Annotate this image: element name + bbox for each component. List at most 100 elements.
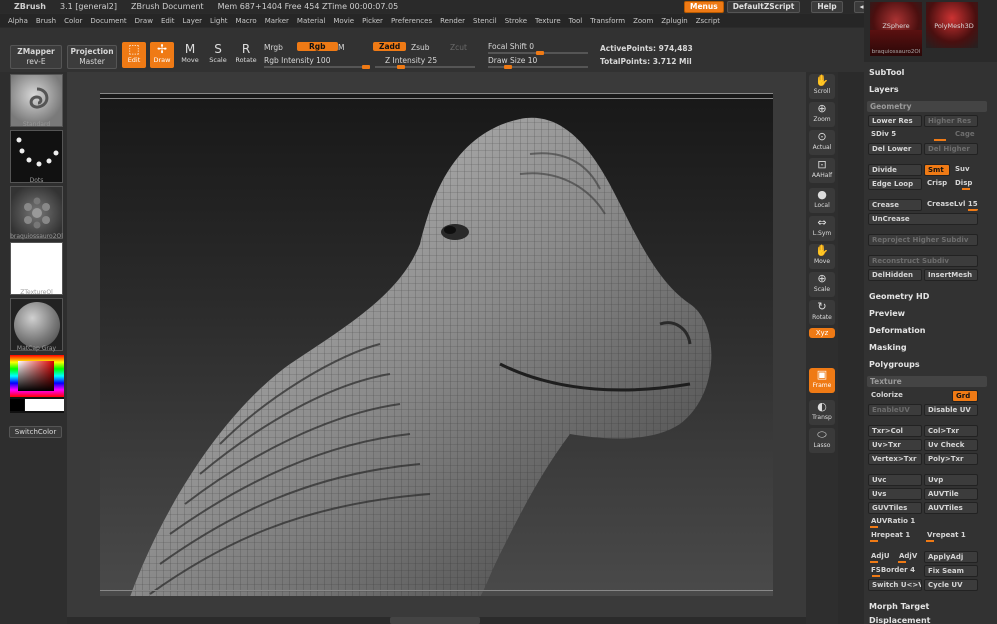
- disp-knob[interactable]: [962, 188, 970, 190]
- menu-stroke[interactable]: Stroke: [505, 17, 527, 25]
- stroke-thumbnail[interactable]: [10, 130, 63, 183]
- menu-zplugin[interactable]: Zplugin: [661, 17, 687, 25]
- menu-layer[interactable]: Layer: [183, 17, 203, 25]
- crisp-toggle[interactable]: Crisp: [924, 178, 950, 190]
- secondary-color-swatch[interactable]: [10, 399, 24, 411]
- disable-uv-button[interactable]: Disable UV: [924, 404, 978, 416]
- menu-document[interactable]: Document: [90, 17, 126, 25]
- del-higher-button[interactable]: Del Higher: [924, 143, 978, 155]
- z-intensity-knob[interactable]: [397, 65, 405, 69]
- menu-picker[interactable]: Picker: [362, 17, 383, 25]
- xyz-toggle[interactable]: Xyz: [809, 328, 835, 338]
- rgb-intensity-track[interactable]: [264, 65, 370, 69]
- col-to-txr-button[interactable]: Col>Txr: [924, 425, 978, 437]
- hrepeat-knob[interactable]: [870, 540, 878, 542]
- geometry-header[interactable]: Geometry: [867, 101, 987, 112]
- menu-transform[interactable]: Transform: [590, 17, 625, 25]
- focal-shift-track[interactable]: [488, 51, 588, 55]
- uv-check-button[interactable]: Uv Check: [924, 439, 978, 451]
- alpha-thumbnail[interactable]: [10, 186, 63, 239]
- draw-size-slider[interactable]: Draw Size 10: [488, 56, 537, 65]
- scale-nav-button[interactable]: ⊕ Scale: [809, 272, 835, 297]
- vrepeat-slider[interactable]: Vrepeat 1: [924, 530, 978, 542]
- fsborder-slider[interactable]: FSBorder 4: [868, 565, 922, 577]
- menu-preferences[interactable]: Preferences: [391, 17, 432, 25]
- divide-button[interactable]: Divide: [868, 164, 922, 176]
- switch-color-button[interactable]: SwitchColor: [9, 426, 62, 438]
- menus-button[interactable]: Menus: [684, 1, 724, 13]
- adju-knob[interactable]: [870, 561, 878, 563]
- zoom-nav-button[interactable]: ⊕ Zoom: [809, 102, 835, 127]
- colorize-toggle[interactable]: Colorize: [868, 390, 922, 402]
- canvas-scroll-handle[interactable]: [390, 617, 480, 624]
- crease-level-slider[interactable]: CreaseLvl 15: [924, 199, 978, 211]
- adju-slider[interactable]: AdjU: [868, 551, 894, 563]
- deformation-section[interactable]: Deformation: [869, 326, 925, 335]
- aahalf-nav-button[interactable]: ⊡ AAHalf: [809, 158, 835, 183]
- reproject-button[interactable]: Reproject Higher Subdiv: [868, 234, 978, 246]
- z-intensity-track[interactable]: [375, 65, 475, 69]
- hrepeat-slider[interactable]: Hrepeat 1: [868, 530, 922, 542]
- focal-shift-knob[interactable]: [536, 51, 544, 55]
- higher-res-button[interactable]: Higher Res: [924, 115, 978, 127]
- lasso-nav-button[interactable]: ⬭ Lasso: [809, 428, 835, 453]
- move-nav-button[interactable]: ✋ Move: [809, 244, 835, 269]
- frame-nav-button[interactable]: ▣ Frame: [809, 368, 835, 393]
- saturation-square[interactable]: [18, 361, 54, 391]
- menu-texture[interactable]: Texture: [535, 17, 561, 25]
- grd-toggle[interactable]: Grd: [952, 390, 978, 402]
- auvratio-knob[interactable]: [870, 526, 878, 528]
- menu-alpha[interactable]: Alpha: [8, 17, 28, 25]
- focal-shift-slider[interactable]: Focal Shift 0: [488, 42, 534, 51]
- uv-to-txr-button[interactable]: Uv>Txr: [868, 439, 922, 451]
- fix-seam-button[interactable]: Fix Seam: [924, 565, 978, 577]
- txr-to-col-button[interactable]: Txr>Col: [868, 425, 922, 437]
- rgb-intensity-slider[interactable]: Rgb Intensity 100: [264, 56, 330, 65]
- projection-master-button[interactable]: Projection Master: [67, 45, 117, 69]
- insert-mesh-button[interactable]: InsertMesh: [924, 269, 978, 281]
- primary-color-swatch[interactable]: [25, 399, 64, 411]
- z-intensity-slider[interactable]: Z Intensity 25: [385, 56, 437, 65]
- local-nav-button[interactable]: ● Local: [809, 188, 835, 213]
- rotate-button[interactable]: R Rotate: [234, 42, 258, 68]
- uvp-button[interactable]: Uvp: [924, 474, 978, 486]
- actual-nav-button[interactable]: ⊙ Actual: [809, 130, 835, 155]
- menu-marker[interactable]: Marker: [265, 17, 289, 25]
- del-hidden-button[interactable]: DelHidden: [868, 269, 922, 281]
- preview-section[interactable]: Preview: [869, 309, 905, 318]
- del-lower-button[interactable]: Del Lower: [868, 143, 922, 155]
- mrgb-button[interactable]: Mrgb: [264, 43, 283, 52]
- default-zscript-button[interactable]: DefaultZScript: [726, 1, 801, 13]
- texture-thumbnail[interactable]: [10, 242, 63, 295]
- sdiv-slider[interactable]: SDiv 5: [868, 129, 952, 141]
- menu-color[interactable]: Color: [64, 17, 82, 25]
- rgb-button[interactable]: Rgb: [297, 42, 338, 51]
- edit-button[interactable]: ⬚ Edit: [122, 42, 146, 68]
- cycle-uv-button[interactable]: Cycle UV: [924, 579, 978, 591]
- geometry-hd-section[interactable]: Geometry HD: [869, 292, 929, 301]
- uncrease-button[interactable]: UnCrease: [868, 213, 978, 225]
- polygroups-section[interactable]: Polygroups: [869, 360, 920, 369]
- displacement-section[interactable]: Displacement: [869, 616, 930, 624]
- reconstruct-subdiv-button[interactable]: Reconstruct Subdiv: [868, 255, 978, 267]
- masking-section[interactable]: Masking: [869, 343, 907, 352]
- menu-stencil[interactable]: Stencil: [473, 17, 497, 25]
- menu-light[interactable]: Light: [210, 17, 227, 25]
- menu-render[interactable]: Render: [440, 17, 465, 25]
- zmapper-button[interactable]: ZMapper rev-E: [10, 45, 62, 69]
- move-button[interactable]: M Move: [178, 42, 202, 68]
- draw-size-track[interactable]: [488, 65, 588, 69]
- viewport-canvas[interactable]: [100, 93, 773, 596]
- edge-loop-button[interactable]: Edge Loop: [868, 178, 922, 190]
- scale-button[interactable]: S Scale: [206, 42, 230, 68]
- auvtiles-button[interactable]: AUVTiles: [924, 502, 978, 514]
- menu-macro[interactable]: Macro: [236, 17, 257, 25]
- apply-adj-button[interactable]: ApplyAdj: [924, 551, 978, 563]
- uvc-button[interactable]: Uvc: [868, 474, 922, 486]
- menu-edit[interactable]: Edit: [161, 17, 175, 25]
- smt-toggle[interactable]: Smt: [924, 164, 950, 176]
- sdiv-knob[interactable]: [934, 139, 946, 141]
- vrepeat-knob[interactable]: [926, 540, 934, 542]
- guvtiles-button[interactable]: GUVTiles: [868, 502, 922, 514]
- scroll-nav-button[interactable]: ✋ Scroll: [809, 74, 835, 99]
